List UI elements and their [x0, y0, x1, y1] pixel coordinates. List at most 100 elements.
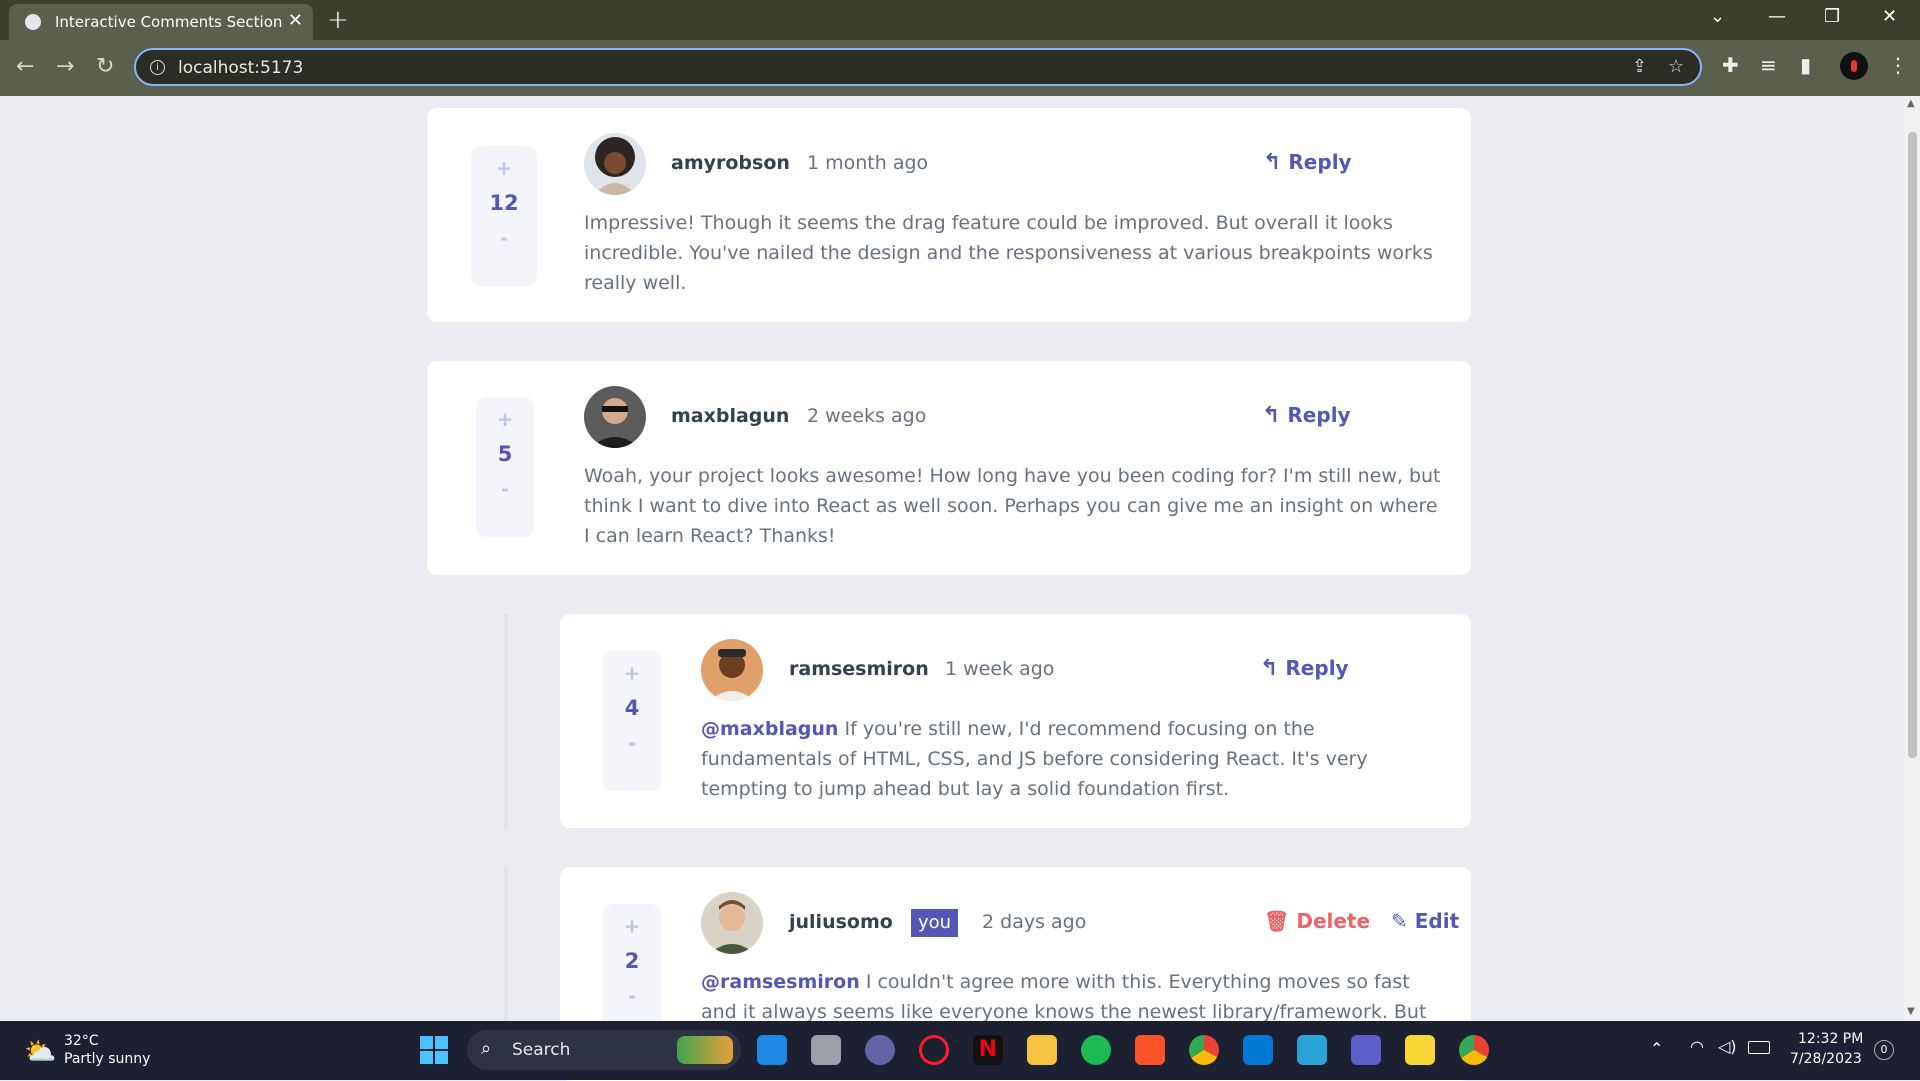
upvote-button[interactable]: + [603, 661, 661, 685]
file-explorer-icon[interactable] [1027, 1035, 1057, 1065]
chrome-active-app-icon[interactable] [1459, 1035, 1489, 1065]
vote-box: + 5 - [476, 397, 534, 537]
vote-box: + 12 - [471, 146, 537, 286]
site-info-icon[interactable]: i [150, 60, 165, 75]
comment-time: 1 week ago [945, 658, 1055, 680]
minimize-button[interactable]: — [1768, 6, 1786, 27]
downvote-button[interactable]: - [471, 226, 537, 250]
browser-toolbar: ← → ↻ i localhost:5173 ⇪ ☆ ✚ ≡ ▮ ⋮ [0, 40, 1920, 96]
taskbar-search[interactable]: ⌕ Search [467, 1030, 741, 1070]
comment-card: + 12 - amyrobson 1 month ago ↰ Reply Imp… [427, 108, 1471, 322]
comment-body: Woah, your project looks awesome! How lo… [584, 465, 1441, 547]
tab-title: Interactive Comments Section [55, 13, 283, 31]
address-bar[interactable]: i localhost:5173 ⇪ ☆ [134, 48, 1702, 86]
mention-link[interactable]: @ramsesmiron [701, 971, 860, 993]
sticky-notes-icon[interactable] [1405, 1035, 1435, 1065]
reply-button[interactable]: ↰ Reply [1262, 403, 1351, 428]
comment-username[interactable]: amyrobson [671, 152, 790, 174]
weather-sun-icon: ⛅ [24, 1037, 57, 1067]
os-taskbar: ⛅ 32°C Partly sunny ⌕ Search N ⌃ ◠ ◁) 12… [0, 1021, 1920, 1080]
chrome-app-icon[interactable] [1189, 1035, 1219, 1065]
avatar [701, 892, 763, 954]
wifi-icon[interactable]: ◠ [1690, 1037, 1704, 1056]
menu-icon[interactable]: ⋮ [1888, 53, 1908, 77]
downvote-button[interactable]: - [603, 984, 661, 1008]
opera-app-icon[interactable] [919, 1035, 949, 1065]
vote-box: + 4 - [603, 651, 661, 791]
start-button[interactable] [419, 1035, 449, 1065]
upvote-button[interactable]: + [471, 156, 537, 180]
close-window-button[interactable]: ✕ [1882, 6, 1897, 27]
tab-search-icon[interactable]: ⌄ [1710, 6, 1725, 27]
comment-username[interactable]: ramsesmiron [789, 658, 929, 680]
forward-icon[interactable]: → [56, 54, 74, 79]
reply-icon: ↰ [1263, 150, 1282, 175]
edit-label: Edit [1414, 909, 1460, 933]
scrollbar-thumb[interactable] [1908, 132, 1917, 758]
restore-button[interactable]: ❐ [1824, 6, 1840, 27]
battery-icon[interactable] [1748, 1041, 1770, 1054]
notification-badge[interactable]: 0 [1874, 1040, 1894, 1060]
reply-label: Reply [1285, 656, 1349, 680]
vote-score: 5 [497, 442, 513, 466]
browser-tab[interactable]: Interactive Comments Section ✕ [9, 4, 313, 40]
comment-username[interactable]: juliusomo [789, 911, 893, 933]
extensions-icon[interactable]: ✚ [1722, 53, 1739, 77]
reply-button[interactable]: ↰ Reply [1260, 656, 1349, 681]
avatar [584, 386, 646, 448]
tab-close-icon[interactable]: ✕ [288, 10, 303, 31]
netflix-app-icon[interactable]: N [973, 1035, 1003, 1065]
volume-icon[interactable]: ◁) [1718, 1037, 1737, 1056]
reply-icon: ↰ [1260, 656, 1279, 681]
mention-link[interactable]: @maxblagun [701, 718, 838, 740]
teams-app-icon[interactable] [865, 1035, 895, 1065]
trash-icon: 🗑 [1264, 909, 1290, 933]
upvote-button[interactable]: + [603, 914, 661, 938]
share-icon[interactable]: ⇪ [1632, 56, 1647, 77]
new-tab-button[interactable]: + [327, 5, 349, 35]
bookmark-star-icon[interactable]: ☆ [1668, 56, 1684, 77]
weather-temp: 32°C [64, 1033, 99, 1049]
edge-app-icon[interactable] [757, 1035, 787, 1065]
comment-body: Impressive! Though it seems the drag fea… [584, 212, 1433, 294]
reply-card: + 4 - ramsesmiron 1 week ago ↰ Reply @ma… [560, 614, 1471, 828]
tray-chevron-icon[interactable]: ⌃ [1650, 1039, 1663, 1058]
pencil-icon: ✎ [1391, 909, 1408, 933]
reply-label: Reply [1287, 403, 1351, 427]
power-automate-icon[interactable] [1351, 1035, 1381, 1065]
comment-card: + 5 - maxblagun 2 weeks ago ↰ Reply Woah… [427, 361, 1471, 575]
spotify-app-icon[interactable] [1081, 1035, 1111, 1065]
delete-button[interactable]: 🗑 Delete [1264, 909, 1370, 933]
comment-body: @maxblagun If you're still new, I'd reco… [701, 714, 1451, 804]
clock-date[interactable]: 7/28/2023 [1790, 1051, 1862, 1067]
weather-desc: Partly sunny [64, 1051, 151, 1067]
reload-icon[interactable]: ↻ [96, 54, 114, 79]
reply-button[interactable]: ↰ Reply [1263, 150, 1352, 175]
remote-desktop-icon[interactable] [1297, 1035, 1327, 1065]
downvote-button[interactable]: - [476, 477, 534, 501]
reply-icon: ↰ [1262, 403, 1281, 428]
profile-avatar[interactable] [1840, 52, 1868, 80]
brave-app-icon[interactable] [1135, 1035, 1165, 1065]
upvote-button[interactable]: + [476, 407, 534, 431]
edit-button[interactable]: ✎ Edit [1391, 909, 1459, 933]
scroll-up-icon[interactable]: ▲ [1907, 98, 1915, 109]
task-view-icon[interactable] [811, 1035, 841, 1065]
side-panel-icon[interactable]: ▮ [1800, 53, 1811, 77]
comment-time: 2 days ago [982, 911, 1087, 933]
downvote-button[interactable]: - [603, 731, 661, 755]
reply-thread-line [504, 867, 508, 1021]
comment-time: 1 month ago [807, 152, 929, 174]
vscode-app-icon[interactable] [1243, 1035, 1273, 1065]
avatar [584, 133, 646, 195]
media-icon[interactable]: ≡ [1760, 53, 1777, 77]
url-text: localhost:5173 [178, 58, 304, 78]
weather-widget[interactable]: ⛅ 32°C Partly sunny [20, 1029, 180, 1073]
comment-time: 2 weeks ago [807, 405, 927, 427]
comment-username[interactable]: maxblagun [671, 405, 789, 427]
clock-time[interactable]: 12:32 PM [1798, 1031, 1863, 1047]
back-icon[interactable]: ← [16, 54, 34, 79]
scroll-down-icon[interactable]: ▼ [1907, 1006, 1915, 1017]
browser-tabbar: Interactive Comments Section ✕ + ⌄ — ❐ ✕ [0, 0, 1920, 40]
page-scrollbar[interactable]: ▲ ▼ [1904, 96, 1920, 1021]
